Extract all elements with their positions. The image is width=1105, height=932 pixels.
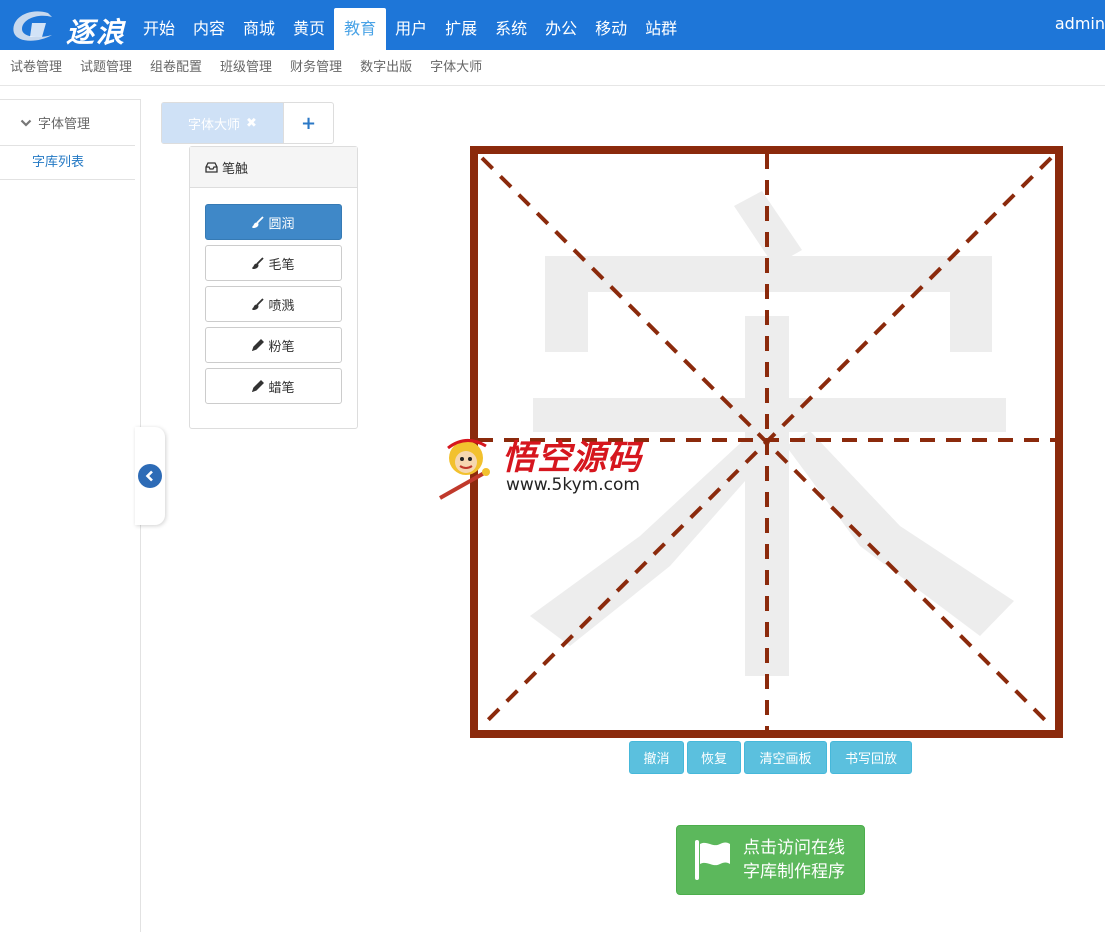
nav-item-yellowpages[interactable]: 黄页 (284, 0, 334, 50)
main-nav: 开始 内容 商城 黄页 教育 用户 扩展 系统 办公 移动 站群 (134, 0, 686, 50)
redo-button[interactable]: 恢复 (687, 741, 741, 774)
nav-item-education[interactable]: 教育 (334, 8, 387, 50)
nav-item-extensions[interactable]: 扩展 (436, 0, 486, 50)
tab-label: 字体大师 (188, 117, 241, 133)
brush-ink-button[interactable]: 毛笔 (205, 245, 342, 281)
brush-panel-title: 笔触 (222, 161, 249, 177)
replay-writing-button[interactable]: 书写回放 (830, 741, 912, 774)
paintbrush-icon (252, 298, 265, 310)
sub-navbar: 试卷管理 试题管理 组卷配置 班级管理 财务管理 数字出版 字体大师 (0, 50, 1105, 86)
watermark-title: 悟空源码 (502, 438, 642, 478)
nav-item-shop[interactable]: 商城 (234, 0, 284, 50)
sidebar-collapse-toggle[interactable] (135, 427, 165, 525)
logo-mark-icon (13, 11, 52, 41)
watermark: 悟空源码 www.5kym.com (438, 428, 670, 502)
brush-panel-header: 笔触 (190, 147, 357, 188)
clear-canvas-button[interactable]: 清空画板 (744, 741, 827, 774)
visit-button-line-2: 字库制作程序 (743, 862, 845, 882)
chevron-down-icon (20, 119, 32, 127)
undo-button[interactable]: 撤消 (629, 741, 684, 774)
brush-crayon-button[interactable]: 蜡笔 (205, 368, 342, 404)
visit-online-font-builder-button[interactable]: 点击访问在线 字库制作程序 (676, 825, 865, 895)
subnav-exam-papers[interactable]: 试卷管理 (1, 50, 71, 85)
brush-label: 圆润 (268, 216, 295, 232)
inbox-icon (205, 161, 218, 173)
brush-splash-button[interactable]: 喷溅 (205, 286, 342, 322)
nav-item-content[interactable]: 内容 (184, 0, 234, 50)
brush-panel: 笔触 圆润 毛笔 喷溅 粉笔 蜡笔 (189, 146, 358, 429)
nav-item-office[interactable]: 办公 (536, 0, 586, 50)
sidebar-group-label: 字体管理 (38, 117, 91, 132)
close-icon[interactable]: ✖ (246, 116, 257, 131)
subnav-classes[interactable]: 班级管理 (211, 50, 281, 85)
sidebar-group-font-management[interactable]: 字体管理 (0, 100, 135, 146)
subnav-paper-config[interactable]: 组卷配置 (141, 50, 211, 85)
paintbrush-icon (252, 257, 265, 269)
sidebar-item-font-library[interactable]: 字库列表 (0, 146, 135, 180)
add-tab-button[interactable]: + (283, 103, 333, 143)
brush-label: 蜡笔 (268, 380, 295, 396)
paintbrush-icon (252, 216, 265, 228)
tab-bar: 字体大师 ✖ + (161, 102, 334, 144)
pencil-icon (252, 339, 265, 351)
nav-item-system[interactable]: 系统 (486, 0, 536, 50)
brush-label: 粉笔 (268, 339, 295, 355)
nav-item-mobile[interactable]: 移动 (586, 0, 636, 50)
sidebar: 字体管理 字库列表 (0, 99, 141, 932)
top-navbar: 逐浪 开始 内容 商城 黄页 教育 用户 扩展 系统 办公 移动 站群 admi… (0, 0, 1105, 50)
watermark-url: www.5kym.com (506, 475, 640, 495)
brush-label: 喷溅 (268, 298, 295, 314)
subnav-finance[interactable]: 财务管理 (281, 50, 351, 85)
visit-button-text: 点击访问在线 字库制作程序 (743, 836, 845, 884)
pencil-icon (252, 380, 265, 392)
logo-text: 逐浪 (66, 16, 127, 49)
monkey-king-logo-icon (439, 439, 490, 500)
subnav-questions[interactable]: 试题管理 (71, 50, 141, 85)
visit-button-line-1: 点击访问在线 (743, 838, 845, 858)
nav-item-sitegroup[interactable]: 站群 (636, 0, 686, 50)
brush-label: 毛笔 (268, 257, 295, 273)
brush-round-button[interactable]: 圆润 (205, 204, 342, 240)
subnav-digital-publishing[interactable]: 数字出版 (351, 50, 421, 85)
nav-item-users[interactable]: 用户 (386, 0, 436, 50)
user-menu[interactable]: admin (1055, 14, 1105, 33)
brush-chalk-button[interactable]: 粉笔 (205, 327, 342, 363)
canvas-actions: 撤消 恢复 清空画板 书写回放 (629, 741, 912, 774)
logo[interactable]: 逐浪 (8, 7, 134, 49)
nav-item-start[interactable]: 开始 (134, 0, 184, 50)
chevron-left-circle-icon (138, 464, 162, 488)
subnav-font-master[interactable]: 字体大师 (421, 50, 491, 85)
tab-font-master[interactable]: 字体大师 ✖ (162, 103, 283, 143)
flag-icon (695, 840, 730, 880)
